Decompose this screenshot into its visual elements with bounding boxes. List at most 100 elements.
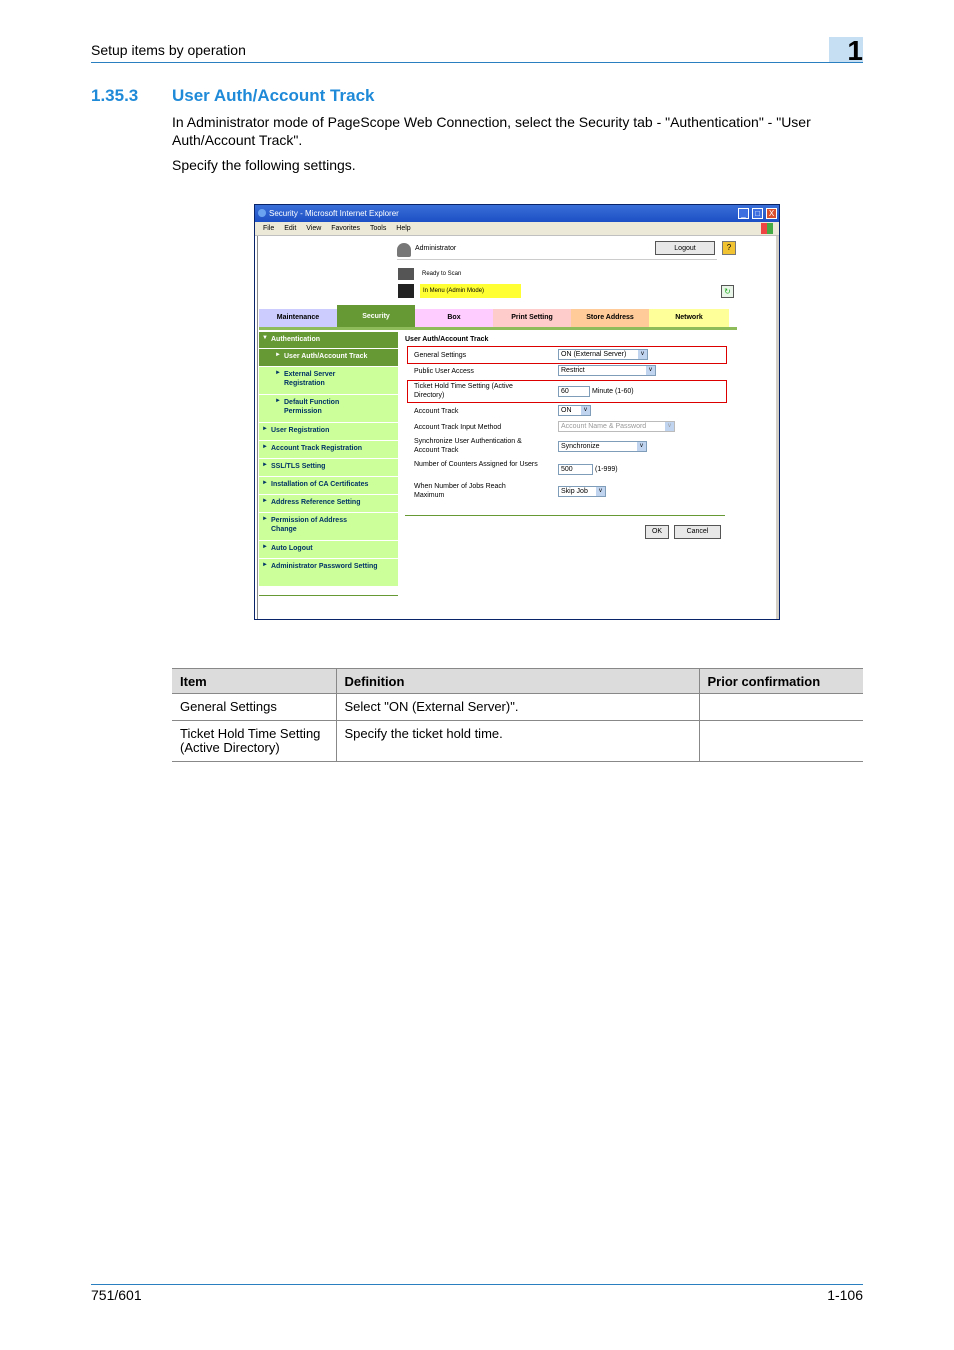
table-row: Ticket Hold Time Setting (Active Directo…: [172, 720, 863, 762]
synchronize-select[interactable]: Synchronize v: [558, 441, 647, 452]
chevron-down-icon: v: [646, 366, 655, 375]
cell-definition: Select "ON (External Server)".: [335, 693, 699, 721]
sidebar-item-account-track-registration[interactable]: ► Account Track Registration: [259, 441, 398, 459]
ticket-hold-time-input[interactable]: 60: [558, 386, 590, 397]
cancel-button[interactable]: Cancel: [674, 525, 721, 539]
refresh-icon[interactable]: ↻: [721, 285, 734, 298]
close-icon[interactable]: X: [766, 208, 777, 219]
settings-table: Item Definition Prior confirmation Gener…: [172, 668, 863, 762]
sidebar-item-user-auth-account-track[interactable]: ► User Auth/Account Track: [259, 349, 398, 367]
browser-window-screenshot: Security - Microsoft Internet Explorer _…: [254, 204, 780, 620]
label-account-track-input-method: Account Track Input Method: [414, 424, 502, 431]
cell-item: Ticket Hold Time Setting (Active Directo…: [172, 720, 336, 762]
sidebar-item-external-server-registration[interactable]: ► External Server Registration: [259, 367, 398, 395]
table-row: General Settings Select "ON (External Se…: [172, 693, 863, 721]
triangle-right-icon: ►: [262, 544, 268, 550]
sidebar-item-default-function-permission[interactable]: ► Default Function Permission: [259, 395, 398, 423]
intro-paragraph: In Administrator mode of PageScope Web C…: [172, 114, 811, 148]
maximize-icon[interactable]: □: [752, 208, 763, 219]
sidebar-item-permission-address-change[interactable]: ► Permission of Address Change: [259, 513, 398, 541]
triangle-right-icon: ►: [262, 480, 268, 486]
header-item: Item: [172, 668, 336, 694]
number-of-counters-hint: (1-999): [595, 466, 618, 473]
tab-store-address[interactable]: Store Address: [571, 309, 649, 327]
sidebar-item-administrator-password[interactable]: ► Administrator Password Setting: [259, 559, 398, 587]
menu-tools[interactable]: Tools: [370, 225, 386, 232]
sidebar-item-address-reference-setting[interactable]: ► Address Reference Setting: [259, 495, 398, 513]
chevron-down-icon: v: [665, 422, 674, 431]
sidebar-item-ssl-tls-setting[interactable]: ► SSL/TLS Setting: [259, 459, 398, 477]
chevron-down-icon: v: [637, 442, 646, 451]
sidebar-divider: [259, 595, 398, 596]
label-public-user-access: Public User Access: [414, 368, 474, 375]
header-definition: Definition: [335, 668, 699, 694]
triangle-right-icon: ►: [262, 498, 268, 504]
status-mode: In Menu (Admin Mode): [420, 284, 521, 298]
footer-page-number: 1-106: [827, 1287, 863, 1303]
cell-prior-confirmation: [698, 720, 863, 762]
triangle-right-icon: ►: [262, 516, 268, 522]
menu-edit[interactable]: Edit: [284, 225, 296, 232]
vertical-scrollbar[interactable]: [776, 236, 779, 619]
help-icon[interactable]: ?: [722, 241, 736, 255]
triangle-right-icon: ►: [275, 352, 281, 358]
tab-security[interactable]: Security: [337, 305, 415, 327]
header-prior-confirmation: Prior confirmation: [698, 668, 863, 694]
cell-item: General Settings: [172, 693, 336, 721]
header-rule: [91, 62, 863, 63]
sidebar-item-ca-certificates[interactable]: ► Installation of CA Certificates: [259, 477, 398, 495]
section-title: User Auth/Account Track: [172, 86, 375, 105]
table-header-row: Item Definition Prior confirmation: [172, 668, 863, 694]
account-track-input-method-select[interactable]: Account Name & Password v: [558, 421, 675, 432]
windows-logo-icon: [761, 223, 773, 234]
chevron-down-icon: v: [638, 350, 647, 359]
menu-help[interactable]: Help: [396, 225, 410, 232]
chevron-down-icon: v: [581, 406, 590, 415]
footer-rule: [91, 1284, 863, 1285]
triangle-right-icon: ►: [275, 370, 281, 376]
minimize-icon[interactable]: _: [738, 208, 749, 219]
when-max-jobs-select[interactable]: Skip Job v: [558, 486, 606, 497]
footer-model: 751/601: [91, 1287, 142, 1303]
logout-button[interactable]: Logout: [655, 241, 715, 255]
ticket-hold-time-hint: Minute (1-60): [592, 388, 634, 395]
account-track-select[interactable]: ON v: [558, 405, 591, 416]
public-user-access-select[interactable]: Restrict v: [558, 365, 656, 376]
administrator-label: Administrator: [415, 245, 457, 252]
printer-icon: [398, 284, 414, 298]
general-settings-select[interactable]: ON (External Server) v: [558, 349, 648, 360]
menu-bar: File Edit View Favorites Tools Help: [255, 222, 779, 236]
triangle-right-icon: ►: [262, 444, 268, 450]
cell-prior-confirmation: [698, 693, 863, 721]
tab-underline: [259, 327, 737, 330]
section-number: 1.35.3: [91, 86, 139, 105]
triangle-right-icon: ►: [262, 462, 268, 468]
running-header: Setup items by operation: [91, 42, 246, 58]
menu-view[interactable]: View: [306, 225, 321, 232]
cell-definition: Specify the ticket hold time.: [335, 720, 699, 762]
tab-box[interactable]: Box: [415, 309, 493, 327]
menu-favorites[interactable]: Favorites: [331, 225, 360, 232]
scanner-icon: [398, 268, 414, 280]
label-account-track: Account Track: [414, 408, 459, 415]
sidebar-item-authentication[interactable]: ▼ Authentication: [259, 332, 398, 349]
label-general-settings: General Settings: [414, 352, 467, 359]
window-titlebar: Security - Microsoft Internet Explorer _…: [255, 205, 779, 222]
sidebar-item-auto-logout[interactable]: ► Auto Logout: [259, 541, 398, 559]
tab-network[interactable]: Network: [649, 309, 729, 327]
menu-file[interactable]: File: [263, 225, 274, 232]
number-of-counters-input[interactable]: 500: [558, 464, 593, 475]
label-synchronize: Synchronize User Authentication & Accoun…: [414, 438, 522, 454]
status-ready: Ready to Scan: [422, 271, 462, 277]
sidebar-item-user-registration[interactable]: ► User Registration: [259, 423, 398, 441]
tab-bar: Maintenance Security Box Print Setting S…: [259, 305, 737, 327]
tab-maintenance[interactable]: Maintenance: [259, 309, 337, 327]
tab-print-setting[interactable]: Print Setting: [493, 309, 571, 327]
triangle-right-icon: ►: [262, 562, 268, 568]
form-title: User Auth/Account Track: [405, 336, 489, 343]
form-divider: [405, 515, 725, 516]
ok-button[interactable]: OK: [645, 525, 669, 539]
instruction-text: Specify the following settings.: [172, 157, 356, 173]
chapter-number: 1: [847, 35, 863, 66]
label-when-max-jobs: When Number of Jobs Reach Maximum: [414, 483, 506, 499]
